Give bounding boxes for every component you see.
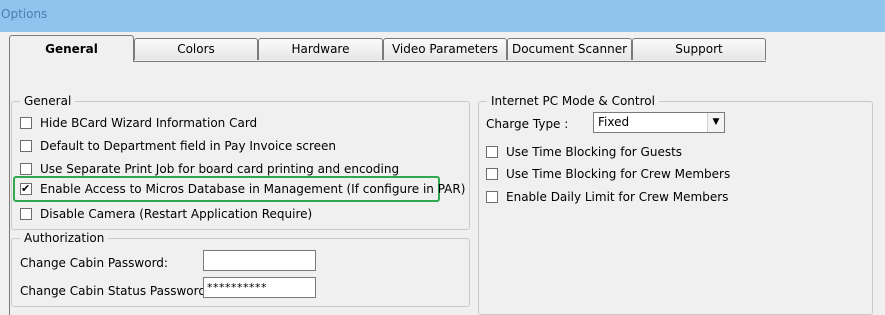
option-daily-limit-crew[interactable]: Enable Daily Limit for Crew Members (486, 188, 728, 206)
tab-general[interactable]: General (9, 35, 134, 62)
general-group-legend: General (24, 94, 72, 108)
check-mark-icon: ✔ (21, 182, 31, 195)
option-label: Use Separate Print Job for board card pr… (40, 162, 400, 176)
option-hide-bcard-wizard[interactable]: Hide BCard Wizard Information Card (20, 114, 257, 132)
tab-document-scanner[interactable]: Document Scanner (507, 38, 632, 60)
internet-pc-group-legend: Internet PC Mode & Control (491, 94, 655, 108)
change-cabin-status-password-label: Change Cabin Status Password: (20, 284, 211, 298)
checkbox[interactable] (486, 191, 498, 203)
option-default-department-field[interactable]: Default to Department field in Pay Invoi… (20, 137, 336, 155)
checkbox[interactable] (486, 146, 498, 158)
option-label: Disable Camera (Restart Application Requ… (40, 207, 313, 221)
charge-type-value: Fixed (598, 115, 630, 129)
tab-hardware[interactable]: Hardware (258, 38, 383, 60)
checkbox[interactable] (20, 117, 32, 129)
title-bar: Options (0, 0, 885, 32)
checkbox[interactable] (20, 140, 32, 152)
option-label: Use Time Blocking for Guests (506, 145, 683, 159)
option-label: Enable Access to Micros Database in Mana… (40, 182, 466, 196)
checkbox[interactable] (486, 168, 498, 180)
option-label: Use Time Blocking for Crew Members (506, 167, 731, 181)
tab-colors[interactable]: Colors (134, 38, 258, 60)
checkbox[interactable] (20, 208, 32, 220)
tab-support[interactable]: Support (632, 38, 766, 60)
option-time-blocking-crew[interactable]: Use Time Blocking for Crew Members (486, 165, 730, 183)
charge-type-select[interactable]: Fixed ▼ (593, 112, 725, 133)
option-label: Hide BCard Wizard Information Card (40, 116, 258, 130)
charge-type-label: Charge Type : (486, 117, 569, 131)
window-title: Options (1, 7, 48, 21)
option-time-blocking-guests[interactable]: Use Time Blocking for Guests (486, 143, 682, 161)
authorization-group-legend: Authorization (24, 231, 105, 245)
change-cabin-status-password-input[interactable]: ********** (203, 277, 316, 298)
option-enable-micros-access[interactable]: ✔ Enable Access to Micros Database in Ma… (20, 180, 465, 198)
change-cabin-password-input[interactable] (203, 250, 316, 271)
tab-strip: General Colors Hardware Video Parameters… (0, 32, 885, 64)
option-label: Default to Department field in Pay Invoi… (40, 139, 336, 153)
change-cabin-password-label: Change Cabin Password: (20, 256, 168, 270)
option-label: Enable Daily Limit for Crew Members (506, 190, 729, 204)
checkbox-checked[interactable]: ✔ (20, 182, 32, 195)
chevron-down-icon[interactable]: ▼ (707, 113, 724, 132)
checkbox[interactable] (20, 163, 32, 175)
tab-video-parameters[interactable]: Video Parameters (383, 38, 507, 60)
option-disable-camera[interactable]: Disable Camera (Restart Application Requ… (20, 205, 312, 223)
